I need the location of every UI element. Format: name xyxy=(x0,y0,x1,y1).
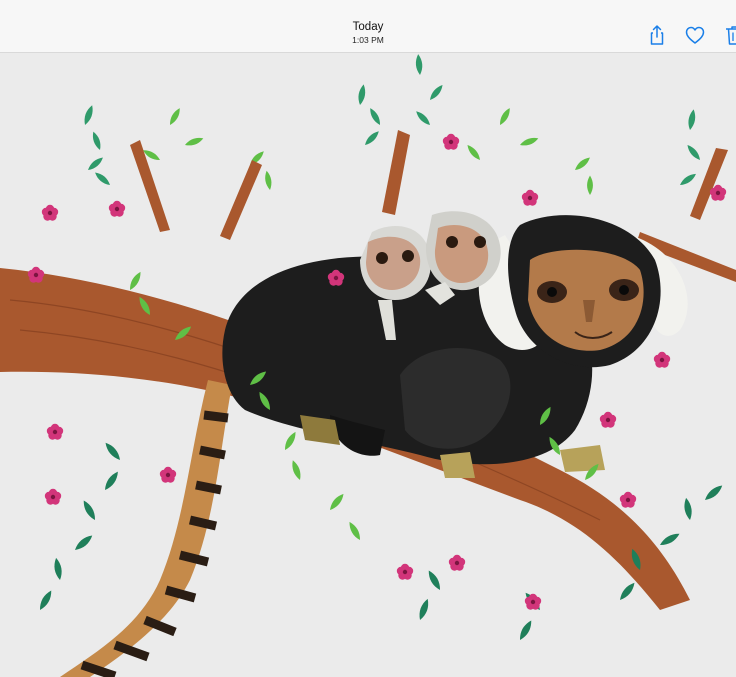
top-toolbar: Today 1:03 PM xyxy=(0,0,736,53)
photo-date-header: Today 1:03 PM xyxy=(0,20,736,46)
photo-time: 1:03 PM xyxy=(352,35,384,45)
photo-canvas[interactable] xyxy=(0,53,736,677)
delete-button[interactable] xyxy=(724,24,736,46)
share-button[interactable] xyxy=(646,24,668,46)
share-icon xyxy=(650,25,664,45)
page-title: Today xyxy=(352,21,384,33)
trash-icon xyxy=(726,26,736,45)
marmoset-collage-image xyxy=(0,53,736,677)
favorite-button[interactable] xyxy=(684,24,706,46)
heart-icon xyxy=(685,26,705,44)
